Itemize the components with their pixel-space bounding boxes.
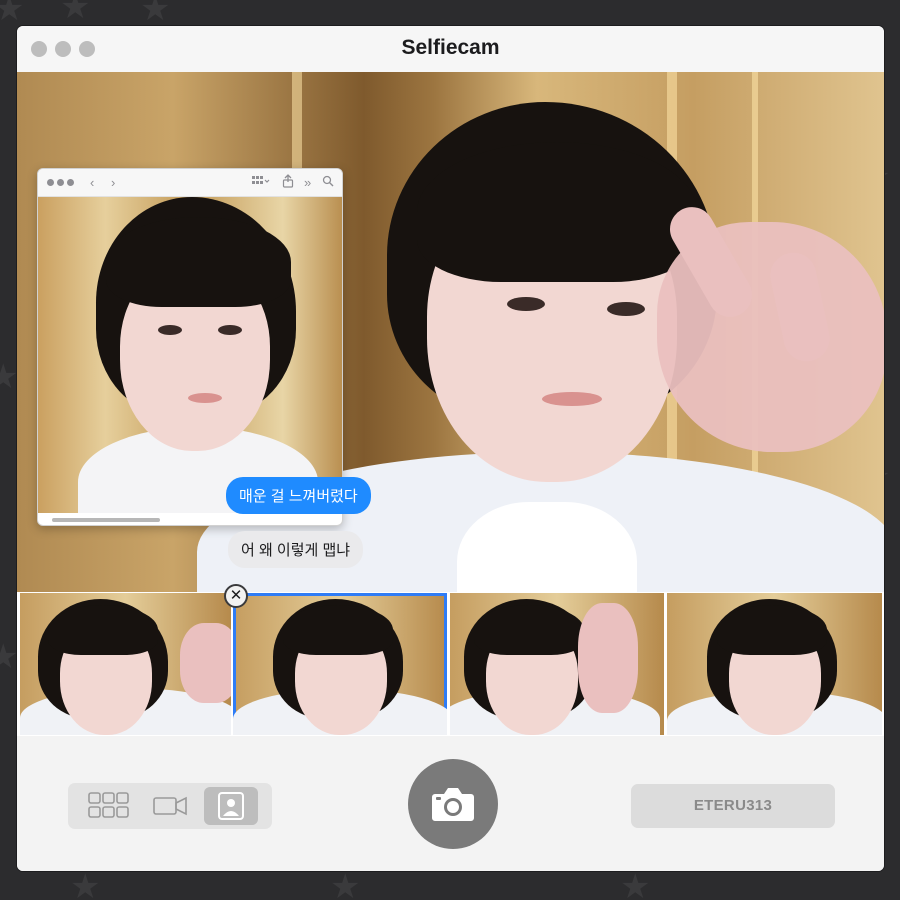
remove-photo-button[interactable]: ✕ xyxy=(224,584,248,608)
camera-icon xyxy=(432,788,474,821)
photo-mode-button[interactable] xyxy=(204,787,258,825)
title-bar: Selfiecam xyxy=(17,26,884,72)
search-icon[interactable] xyxy=(322,174,334,193)
video-camera-icon xyxy=(153,796,187,816)
camera-viewport: ‹ › » 매운 걸 느껴버렸다 어 왜 이렇게 맵냐 xyxy=(17,72,884,592)
filmstrip-thumbnail[interactable] xyxy=(450,593,664,735)
forward-icon[interactable]: › xyxy=(111,174,115,192)
background-star-icon: ★ xyxy=(330,868,361,900)
grid-mode-button[interactable] xyxy=(82,787,136,825)
background-star-icon: ★ xyxy=(60,0,91,26)
background-star-icon: ★ xyxy=(0,0,25,28)
selfiecam-window: Selfiecam ‹ › » 매운 걸 느껴버렸다 어 왜 이렇게 맵냐 ✕ … xyxy=(17,26,884,871)
share-icon[interactable] xyxy=(282,174,294,193)
mini-toolbar: ‹ › » xyxy=(38,169,342,197)
chat-bubble-received: 어 왜 이렇게 맵냐 xyxy=(228,531,364,568)
mini-zoom-button[interactable] xyxy=(67,179,74,186)
back-icon[interactable]: ‹ xyxy=(90,174,94,192)
chat-bubble-sent: 매운 걸 느껴버렸다 xyxy=(226,477,371,514)
window-title: Selfiecam xyxy=(401,36,500,59)
background-star-icon: ★ xyxy=(620,868,651,900)
background-star-icon: ★ xyxy=(140,0,171,28)
mini-browser-window: ‹ › » xyxy=(37,168,343,526)
video-mode-button[interactable] xyxy=(143,787,197,825)
filmstrip-thumbnail[interactable] xyxy=(667,593,882,735)
grid-view-icon[interactable] xyxy=(252,174,270,193)
mini-window-photo xyxy=(38,197,342,513)
background-star-icon: ★ xyxy=(0,358,19,396)
portrait-icon xyxy=(218,792,244,820)
mini-close-button[interactable] xyxy=(47,179,54,186)
mini-minimize-button[interactable] xyxy=(57,179,64,186)
control-bar: ETERU313 xyxy=(17,736,884,871)
mode-selector xyxy=(68,783,272,829)
more-icon[interactable]: » xyxy=(304,174,311,192)
username-label: ETERU313 xyxy=(631,784,835,828)
photo-filmstrip xyxy=(17,592,884,736)
shutter-button[interactable] xyxy=(408,759,498,849)
grid-icon xyxy=(88,792,129,818)
filmstrip-thumbnail-selected[interactable] xyxy=(233,593,447,735)
background-star-icon: ★ xyxy=(0,638,19,676)
mini-horizontal-scrollbar[interactable] xyxy=(52,518,160,522)
background-star-icon: ★ xyxy=(70,868,101,900)
filmstrip-thumbnail[interactable] xyxy=(20,593,231,735)
